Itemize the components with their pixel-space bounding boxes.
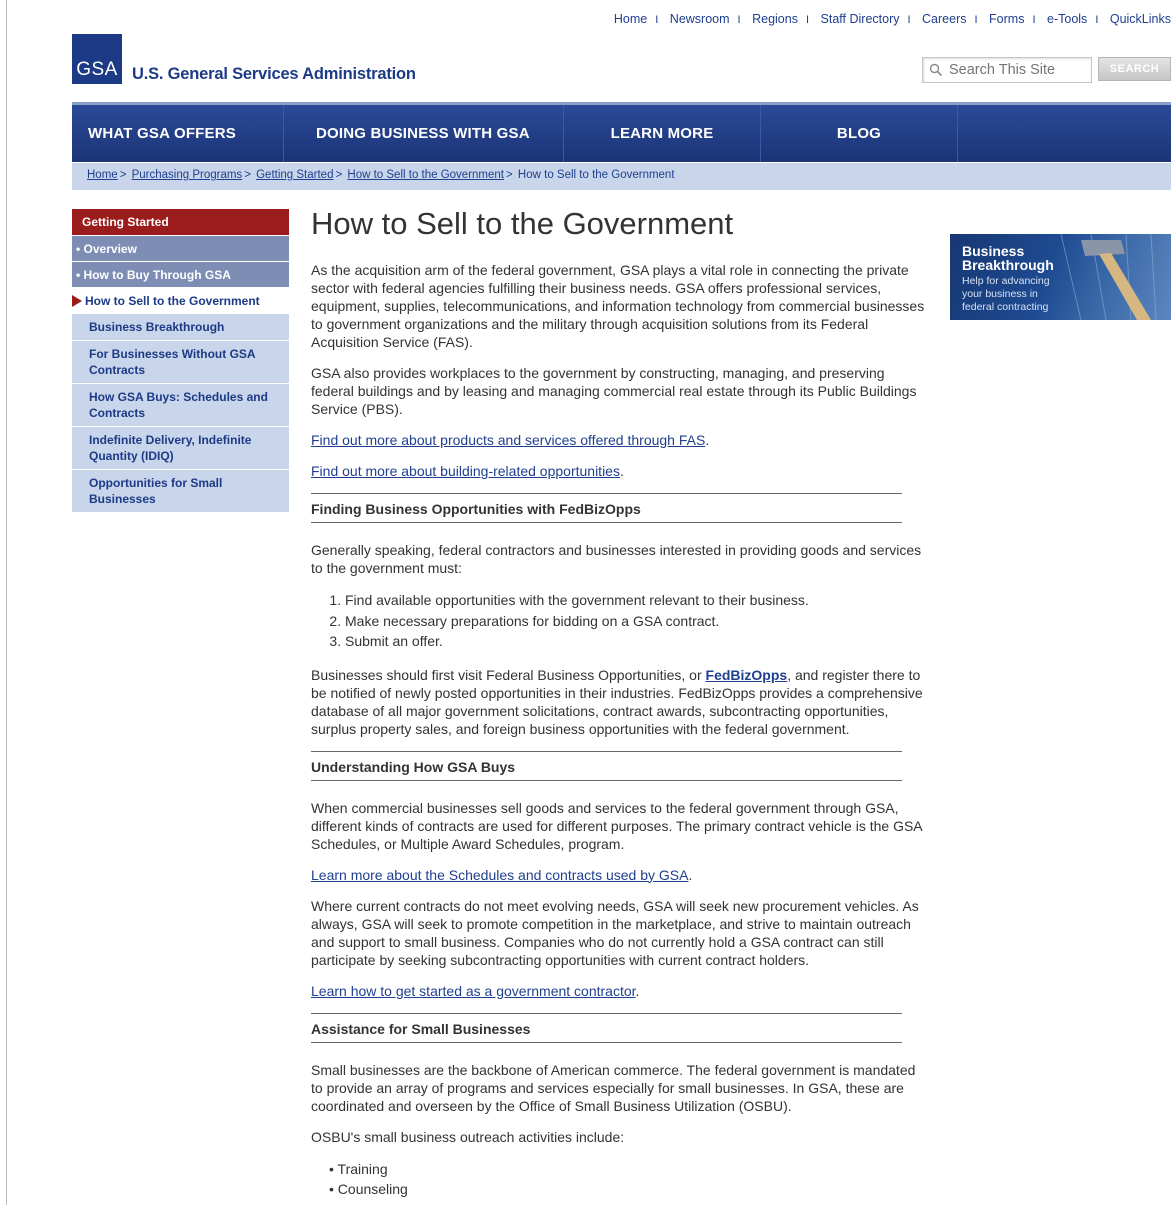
search-field[interactable] (922, 57, 1092, 83)
util-link-regions[interactable]: Regions (752, 12, 798, 26)
gsa-logo[interactable]: GSA (72, 34, 122, 84)
util-link-home[interactable]: Home (614, 12, 647, 26)
steps-list: Find available opportunities with the go… (345, 590, 926, 652)
sidebar-heading[interactable]: Getting Started (72, 209, 289, 235)
fedbizopps-link[interactable]: FedBizOpps (706, 667, 788, 683)
sidebar-item-overview[interactable]: • Overview (72, 235, 289, 261)
small-business-paragraph: Small businesses are the backbone of Ame… (311, 1061, 916, 1114)
list-item: • Counseling (329, 1180, 408, 1197)
list-item: Make necessary preparations for bidding … (345, 611, 926, 632)
nav-blog[interactable]: BLOG (761, 105, 958, 162)
sidebar-subitem-idiq[interactable]: Indefinite Delivery, Indefinite Quantity… (72, 426, 289, 469)
get-started-link[interactable]: Learn how to get started as a government… (311, 983, 636, 999)
util-link-quicklinks[interactable]: QuickLinks (1110, 12, 1171, 26)
pbs-paragraph: GSA also provides workplaces to the gove… (311, 365, 917, 417)
util-link-staff-directory[interactable]: Staff Directory (821, 12, 900, 26)
list-item: • Training (329, 1160, 388, 1177)
intro-paragraph: As the acquisition arm of the federal go… (311, 262, 925, 350)
utility-nav: Home I Newsroom I Regions I Staff Directory… (613, 12, 1171, 26)
page-title: How to Sell to the Government (311, 206, 734, 241)
osbu-paragraph: OSBU's small business outreach activitie… (311, 1128, 625, 1145)
nav-what-gsa-offers[interactable]: WHAT GSA OFFERS (72, 105, 284, 162)
main-content: How to Sell to the Government As the acq… (311, 205, 926, 1199)
sidebar-subitem-without-contracts[interactable]: For Businesses Without GSA Contracts (72, 340, 289, 383)
section-heading-fedbizopps: Finding Business Opportunities with FedB… (311, 493, 902, 523)
util-link-newsroom[interactable]: Newsroom (670, 12, 730, 26)
sidebar-item-how-to-buy[interactable]: • How to Buy Through GSA (72, 261, 289, 287)
sidebar-subitem-small-business[interactable]: Opportunities for Small Businesses (72, 469, 289, 512)
util-link-forms[interactable]: Forms (989, 12, 1024, 26)
sidebar-subitem-schedules[interactable]: How GSA Buys: Schedules and Contracts (72, 383, 289, 426)
contractors-paragraph: Generally speaking, federal contractors … (311, 542, 922, 576)
breadcrumb-current: How to Sell to the Government (517, 169, 675, 181)
breadcrumb-getting-started[interactable]: Getting Started (256, 169, 333, 181)
schedules-paragraph: When commercial businesses sell goods an… (311, 799, 922, 852)
sidebar-item-how-to-sell[interactable]: How to Sell to the Government (72, 287, 289, 313)
list-item: Find available opportunities with the go… (345, 590, 926, 611)
search-button[interactable]: SEARCH (1098, 57, 1171, 81)
nav-doing-business[interactable]: DOING BUSINESS WITH GSA (284, 105, 564, 162)
search-icon (929, 63, 943, 77)
list-item: Submit an offer. (345, 631, 926, 652)
breadcrumb-purchasing-programs[interactable]: Purchasing Programs (132, 169, 243, 181)
sidebar: Getting Started • Overview • How to Buy … (72, 209, 289, 512)
business-breakthrough-banner[interactable]: Business Breakthrough Help for advancing y… (950, 234, 1171, 320)
section-heading-small-business: Assistance for Small Businesses (311, 1012, 902, 1043)
breadcrumb-how-to-sell[interactable]: How to Sell to the Government (347, 169, 504, 181)
breadcrumb-home[interactable]: Home (87, 169, 118, 181)
main-nav: WHAT GSA OFFERS DOING BUSINESS WITH GSA … (72, 102, 1171, 162)
util-link-etools[interactable]: e-Tools (1047, 12, 1087, 26)
util-link-careers[interactable]: Careers (922, 12, 966, 26)
fas-link[interactable]: Find out more about products and service… (311, 432, 705, 448)
hammer-icon (1060, 234, 1157, 320)
sidebar-subitem-business-breakthrough[interactable]: Business Breakthrough (72, 313, 289, 340)
schedules-link[interactable]: Learn more about the Schedules and contr… (311, 867, 688, 883)
agency-name[interactable]: U.S. General Services Administration (132, 65, 416, 84)
search-input[interactable] (949, 62, 1089, 78)
fedbizopps-paragraph: Businesses should first visit Federal Bu… (311, 666, 923, 737)
building-opportunities-link[interactable]: Find out more about building-related opp… (311, 463, 620, 479)
nav-learn-more[interactable]: LEARN MORE (564, 105, 761, 162)
breadcrumb: Home > Purchasing Programs > Getting Start… (72, 163, 1171, 190)
current-arrow-icon (72, 294, 82, 307)
page-left-border (6, 0, 7, 1205)
procurement-paragraph: Where current contracts do not meet evol… (311, 897, 919, 968)
section-heading-how-gsa-buys: Understanding How GSA Buys (311, 750, 902, 781)
osbu-activities-list: • Training • Counseling (329, 1159, 926, 1199)
